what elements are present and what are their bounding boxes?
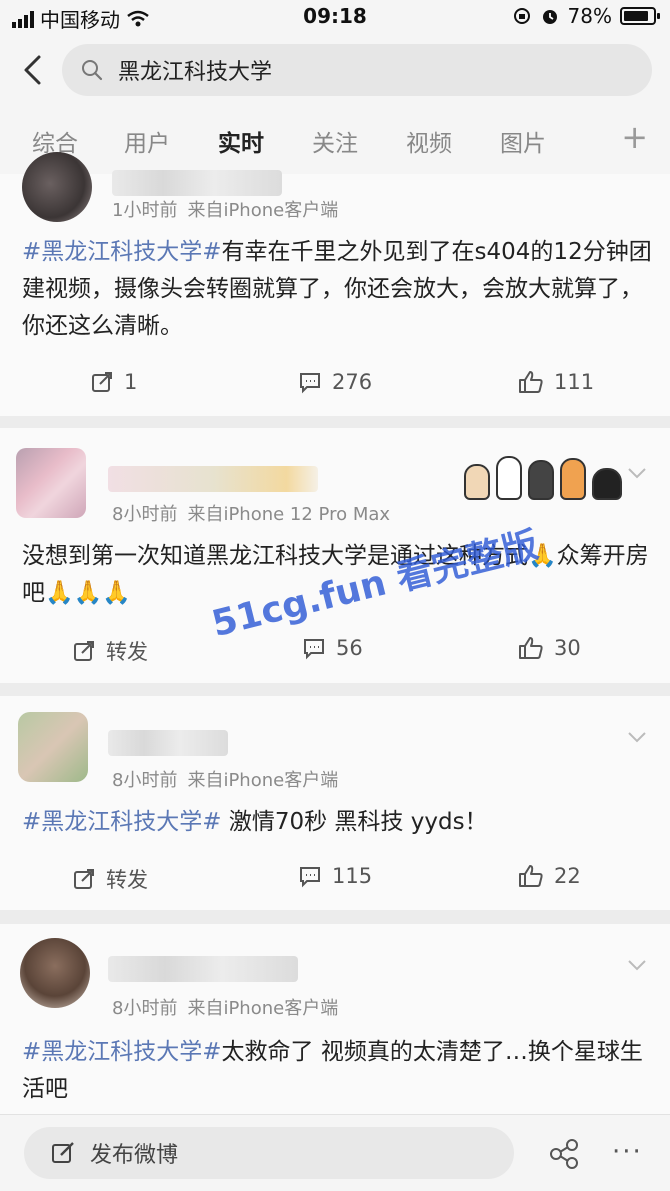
post-time: 1小时前 bbox=[112, 200, 178, 221]
post-text: #黑龙江科技大学#有幸在千里之外见到了在s404的12分钟团建视频，摄像头会转圈… bbox=[22, 234, 652, 345]
avatar[interactable] bbox=[18, 712, 88, 782]
bottom-bar: 发布微博 ··· bbox=[0, 1114, 670, 1191]
repost-button[interactable]: 转发 bbox=[72, 864, 148, 894]
hashtag-link[interactable]: #黑龙江科技大学# bbox=[22, 239, 222, 265]
comment-button[interactable]: 56 bbox=[302, 636, 363, 660]
tab-users[interactable]: 用户 bbox=[124, 124, 170, 158]
like-count: 30 bbox=[554, 636, 581, 660]
repost-button[interactable]: 1 bbox=[90, 370, 137, 394]
username[interactable] bbox=[108, 730, 228, 756]
like-count: 111 bbox=[554, 370, 595, 394]
username[interactable] bbox=[108, 956, 298, 982]
comment-icon bbox=[300, 373, 320, 394]
post-source: 来自iPhone 12 Pro Max bbox=[187, 504, 391, 525]
post-actions: 转发 56 30 bbox=[0, 636, 670, 676]
post-body: 激情70秒 黑科技 yyds！ bbox=[221, 809, 488, 835]
share-icon[interactable] bbox=[548, 1139, 580, 1169]
avatar[interactable] bbox=[16, 448, 86, 518]
comment-count: 115 bbox=[332, 864, 373, 888]
battery-percent: 78% bbox=[567, 4, 612, 28]
repost-label: 转发 bbox=[106, 868, 148, 892]
thumbs-up-icon bbox=[519, 865, 543, 887]
cat-paw-stickers bbox=[464, 440, 630, 500]
comment-button[interactable]: 115 bbox=[298, 864, 372, 888]
status-bar: 中国移动 09:18 78% bbox=[0, 0, 670, 36]
avatar[interactable] bbox=[22, 152, 92, 222]
edit-icon bbox=[52, 1142, 74, 1163]
comment-button[interactable]: 276 bbox=[298, 370, 372, 394]
add-tab-button[interactable]: + bbox=[621, 118, 648, 156]
post-card[interactable]: 1小时前 来自iPhone客户端 #黑龙江科技大学#有幸在千里之外见到了在s404… bbox=[0, 152, 670, 416]
search-header: 黑龙江科技大学 bbox=[0, 36, 670, 104]
repost-icon bbox=[74, 641, 94, 661]
repost-icon bbox=[74, 869, 94, 889]
username[interactable] bbox=[108, 466, 318, 492]
post-meta: 8小时前 来自iPhone客户端 bbox=[112, 766, 338, 792]
post-card[interactable]: 8小时前 来自iPhone客户端 #黑龙江科技大学# 激情70秒 黑科技 yyds… bbox=[0, 696, 670, 910]
compose-button[interactable]: 发布微博 bbox=[24, 1127, 514, 1179]
post-source: 来自iPhone客户端 bbox=[187, 770, 339, 791]
post-time: 8小时前 bbox=[112, 770, 178, 791]
repost-count: 1 bbox=[124, 370, 138, 394]
post-time: 8小时前 bbox=[112, 998, 178, 1019]
post-source: 来自iPhone客户端 bbox=[187, 998, 339, 1019]
username[interactable] bbox=[112, 170, 282, 196]
thumbs-up-icon bbox=[519, 371, 543, 393]
post-actions: 1 276 111 bbox=[0, 370, 670, 410]
thumbs-up-icon bbox=[519, 637, 543, 659]
hashtag-link[interactable]: #黑龙江科技大学# bbox=[22, 1039, 222, 1065]
tab-bar: 综合 用户 实时 关注 视频 图片 + bbox=[0, 104, 670, 174]
search-icon bbox=[82, 60, 103, 81]
post-card[interactable]: 8小时前 来自iPhone客户端 #黑龙江科技大学#太救命了 视频真的太清楚了…换… bbox=[0, 924, 670, 1114]
post-card[interactable]: 8小时前 来自iPhone 12 Pro Max 没想到第一次知道黑龙江科技大学是… bbox=[0, 428, 670, 683]
chevron-down-icon[interactable] bbox=[626, 462, 648, 484]
like-button[interactable]: 22 bbox=[518, 864, 581, 888]
comment-count: 56 bbox=[336, 636, 363, 660]
tab-video[interactable]: 视频 bbox=[406, 124, 452, 158]
like-count: 22 bbox=[554, 864, 581, 888]
chevron-down-icon[interactable] bbox=[626, 726, 648, 748]
like-button[interactable]: 111 bbox=[518, 370, 594, 394]
repost-button[interactable]: 转发 bbox=[72, 636, 148, 666]
post-time: 8小时前 bbox=[112, 504, 178, 525]
comment-count: 276 bbox=[332, 370, 373, 394]
rotation-lock-icon bbox=[513, 8, 530, 24]
comment-icon bbox=[300, 867, 320, 888]
repost-label: 转发 bbox=[106, 640, 148, 664]
post-meta: 8小时前 来自iPhone 12 Pro Max bbox=[112, 500, 390, 526]
repost-icon bbox=[92, 372, 112, 392]
like-button[interactable]: 30 bbox=[518, 636, 581, 660]
tab-realtime[interactable]: 实时 bbox=[218, 124, 264, 158]
compose-label: 发布微博 bbox=[90, 1143, 179, 1168]
post-meta: 1小时前 来自iPhone客户端 bbox=[112, 196, 338, 222]
post-meta: 8小时前 来自iPhone客户端 bbox=[112, 994, 338, 1020]
tab-following[interactable]: 关注 bbox=[312, 124, 358, 158]
post-source: 来自iPhone客户端 bbox=[187, 200, 339, 221]
search-query: 黑龙江科技大学 bbox=[118, 60, 273, 85]
post-actions: 转发 115 22 bbox=[0, 864, 670, 904]
battery-icon bbox=[620, 7, 660, 25]
chevron-down-icon[interactable] bbox=[626, 954, 648, 976]
comment-icon bbox=[304, 639, 324, 660]
avatar[interactable] bbox=[20, 938, 90, 1008]
back-button[interactable] bbox=[14, 50, 50, 90]
search-box[interactable]: 黑龙江科技大学 bbox=[62, 44, 652, 96]
alarm-icon bbox=[542, 10, 557, 24]
back-arrow-icon bbox=[24, 55, 41, 85]
post-text: #黑龙江科技大学# 激情70秒 黑科技 yyds！ bbox=[22, 804, 652, 841]
tab-images[interactable]: 图片 bbox=[500, 124, 546, 158]
more-options-button[interactable]: ··· bbox=[612, 1137, 643, 1167]
hashtag-link[interactable]: #黑龙江科技大学# bbox=[22, 809, 222, 835]
post-text: #黑龙江科技大学#太救命了 视频真的太清楚了…换个星球生活吧 bbox=[22, 1034, 652, 1108]
